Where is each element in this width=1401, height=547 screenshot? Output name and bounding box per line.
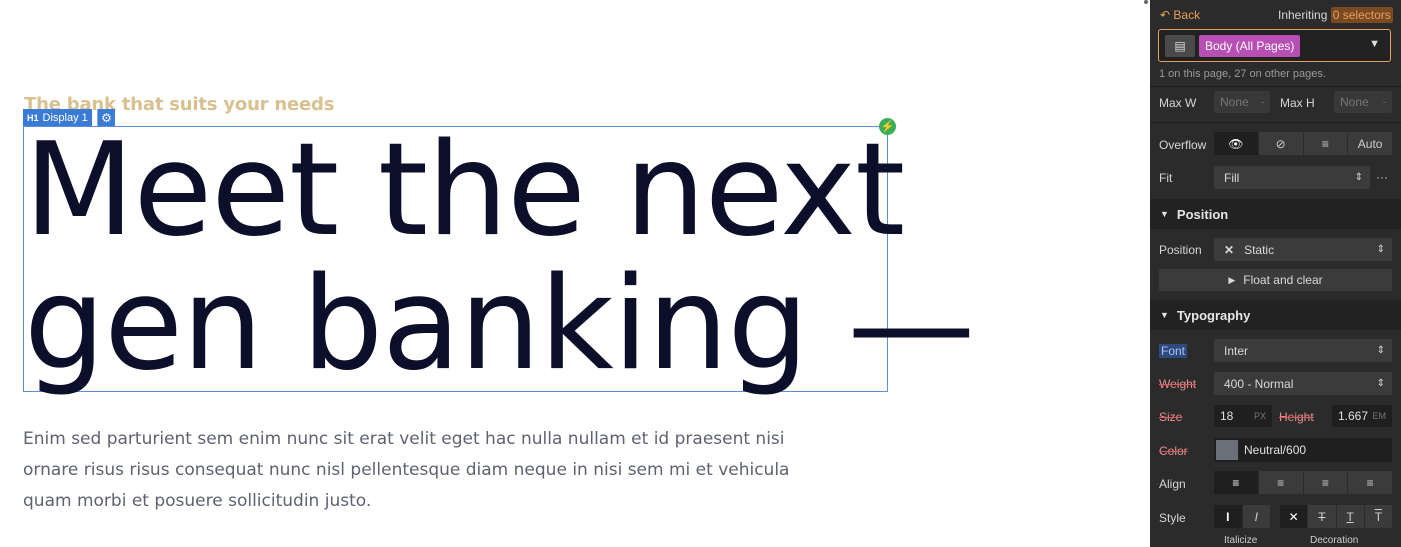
position-label: Position [1159,243,1202,257]
headline[interactable]: Meet the next gen banking — [24,124,975,392]
font-label: Font [1159,344,1188,358]
color-value: Neutral/600 [1244,443,1307,457]
max-w-input[interactable]: None - [1214,91,1270,113]
inheriting-info: Inheriting 0 selectors [1278,7,1393,23]
size-label: Size [1159,410,1183,424]
overflow-visible-eye-icon[interactable]: 👁 [1214,132,1259,155]
unit-dash: - [1383,97,1386,107]
align-label: Align [1159,477,1186,491]
select-updown-icon: ⇕ [1376,378,1385,389]
selector-usage-count: 1 on this page, 27 on other pages. [1159,68,1326,80]
color-swatch[interactable] [1216,440,1238,460]
divider [1150,86,1401,87]
italicize-caption: Italicize [1224,535,1258,546]
selector-pill[interactable]: Body (All Pages) [1199,35,1301,57]
scroll-indicator [1144,0,1148,4]
undo-arrow-icon: ↶ [1160,8,1174,22]
body-paragraph[interactable]: Enim sed parturient sem enim nunc sit er… [23,424,823,517]
overline-icon[interactable]: T [1365,505,1392,528]
weight-select[interactable]: 400 - Normal ⇕ [1214,372,1392,395]
caret-right-icon: ▶ [1228,274,1236,285]
chevron-down-icon[interactable]: ▼ [1369,38,1380,50]
underline-icon[interactable]: T [1337,505,1365,528]
align-control: ≡ ≡ ≡ ≡ [1214,471,1392,494]
align-right-icon[interactable]: ≡ [1304,471,1349,494]
overflow-label: Overflow [1159,138,1207,152]
max-w-label: Max W [1159,96,1197,110]
size-input[interactable]: 18 PX [1214,405,1272,427]
align-left-icon[interactable]: ≡ [1214,471,1259,494]
line-height-input[interactable]: 1.667 EM [1332,405,1392,427]
unit-dash: - [1261,97,1264,107]
caret-down-icon: ▼ [1160,310,1169,320]
regular-style-icon[interactable]: I [1214,505,1243,528]
x-icon: ✕ [1224,242,1235,257]
align-center-icon[interactable]: ≡ [1259,471,1304,494]
headline-line-2: gen banking — [24,250,975,399]
position-section-header[interactable]: ▼ Position [1150,199,1401,229]
select-updown-icon: ⇕ [1376,345,1385,356]
overflow-auto-button[interactable]: Auto [1348,132,1392,155]
color-field[interactable]: Neutral/600 [1214,438,1392,462]
float-and-clear-toggle[interactable]: ▶ Float and clear [1159,269,1392,291]
align-justify-icon[interactable]: ≡ [1348,471,1392,494]
design-canvas[interactable]: The bank that suits your needs H1 Displa… [0,0,1150,547]
color-label: Color [1159,444,1188,458]
style-label: Style [1159,511,1186,525]
italic-icon[interactable]: I [1243,505,1271,528]
selector-field[interactable]: ▤ Body (All Pages) ▼ [1158,29,1391,62]
fit-select[interactable]: Fill ⇕ [1214,166,1370,189]
overflow-scroll-icon[interactable]: ≡ [1304,132,1349,155]
italic-control: I I [1214,505,1270,528]
select-updown-icon: ⇕ [1376,244,1385,255]
decoration-caption: Decoration [1310,535,1359,546]
style-panel: ↶ Back Inheriting 0 selectors ▤ Body (Al… [1150,0,1401,547]
typography-section-header[interactable]: ▼ Typography [1150,300,1401,330]
more-icon[interactable]: ··· [1376,170,1388,184]
no-decoration-x-icon[interactable]: ✕ [1280,505,1309,528]
overflow-hidden-eye-slash-icon[interactable]: ⊘ [1259,132,1304,155]
caret-down-icon: ▼ [1160,209,1169,219]
back-button[interactable]: ↶ Back [1160,8,1200,22]
inheriting-count-badge[interactable]: 0 selectors [1330,7,1393,23]
font-select[interactable]: Inter ⇕ [1214,339,1392,362]
weight-label: Weight [1159,377,1197,391]
position-select[interactable]: ✕ Static ⇕ [1214,238,1392,261]
max-h-label: Max H [1280,96,1315,110]
height-label: Height [1279,410,1314,424]
page-icon: ▤ [1165,35,1195,57]
headline-line-1: Meet the next [24,116,905,265]
decoration-control: ✕ T T T [1280,505,1392,528]
overflow-control: 👁 ⊘ ≡ Auto [1214,132,1392,155]
strikethrough-icon[interactable]: T [1308,505,1337,528]
divider [1150,122,1401,123]
fit-label: Fit [1159,171,1173,185]
select-updown-icon: ⇕ [1354,172,1363,183]
max-h-input[interactable]: None - [1334,91,1392,113]
